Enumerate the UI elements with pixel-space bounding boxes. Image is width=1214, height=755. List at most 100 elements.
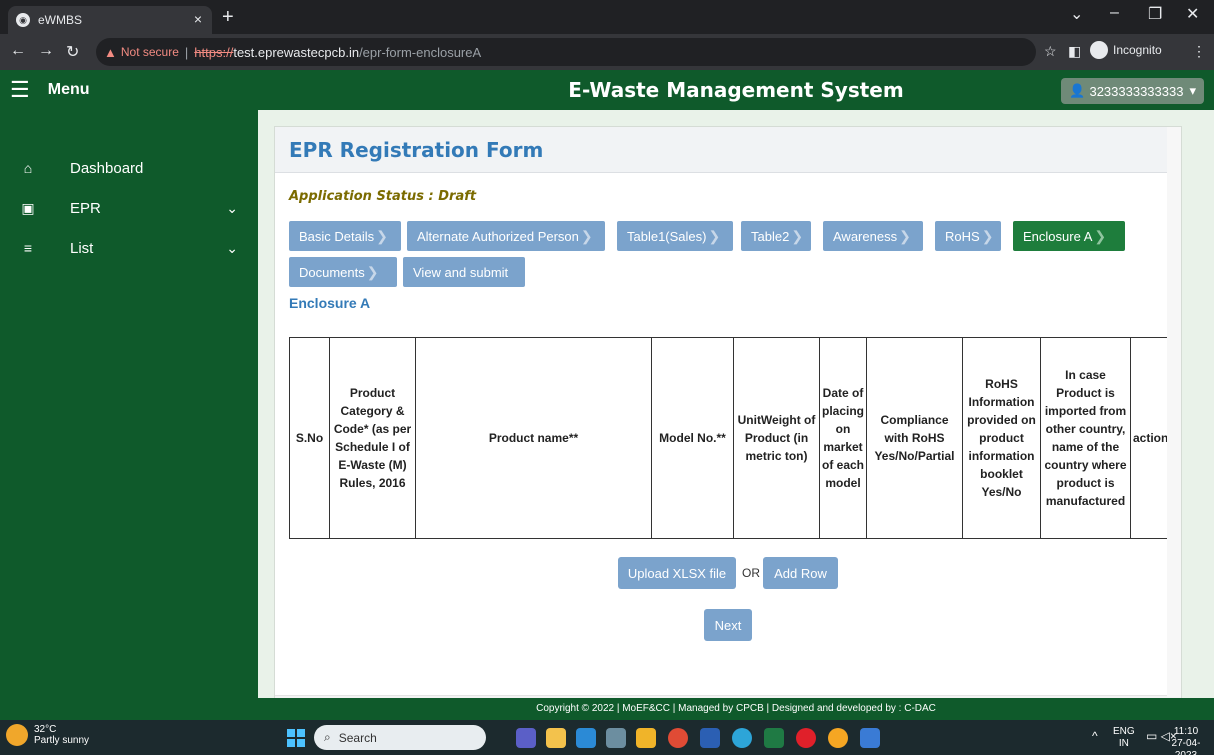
tab-rohs[interactable]: RoHS ❯: [935, 221, 1001, 251]
tab-title: eWMBS: [38, 13, 83, 27]
weather-widget[interactable]: 32°C Partly sunny: [6, 724, 89, 746]
back-icon[interactable]: ←: [10, 42, 26, 60]
new-tab-button[interactable]: +: [222, 6, 234, 28]
taskbar: 32°C Partly sunny ⌕ Search ^ ENG IN ▭ ◁×…: [0, 720, 1214, 755]
minimize-icon[interactable]: –: [1110, 4, 1119, 22]
section-title: Enclosure A: [289, 295, 371, 311]
search-label: Search: [338, 730, 377, 745]
incognito-label: Incognito: [1113, 43, 1162, 57]
incognito-indicator[interactable]: Incognito: [1090, 41, 1162, 59]
step-label: Enclosure A: [1023, 228, 1093, 244]
url-field[interactable]: ▲ Not secure | https:// test.eprewastecp…: [96, 38, 1036, 66]
tab-search-icon[interactable]: ⌄: [1070, 4, 1083, 24]
close-window-icon[interactable]: ✕: [1186, 4, 1199, 24]
vertical-scrollbar[interactable]: [1167, 127, 1181, 697]
browser-tab[interactable]: ◉ eWMBS ×: [8, 6, 212, 34]
excel-icon[interactable]: [764, 728, 784, 748]
tab-enclosure-a[interactable]: Enclosure A ❯: [1013, 221, 1125, 251]
hamburger-icon[interactable]: ☰: [10, 77, 30, 103]
column-header-product-name: Product name**: [415, 337, 652, 539]
upload-xlsx-button[interactable]: Upload XLSX file: [618, 557, 736, 589]
column-header-product-category: Product Category & Code* (as per Schedul…: [329, 337, 416, 539]
chevron-right-icon: ❯: [376, 227, 388, 244]
caret-down-icon: ▾: [1189, 83, 1196, 98]
sidebar-item-label: List: [70, 239, 94, 257]
tab-table1-sales[interactable]: Table1(Sales) ❯: [617, 221, 733, 251]
incognito-icon: [1090, 41, 1108, 59]
file-explorer-icon[interactable]: [546, 728, 566, 748]
time-label: 11:10: [1173, 726, 1199, 737]
tab-awareness[interactable]: Awareness ❯: [823, 221, 923, 251]
list-icon: ≡: [23, 240, 33, 256]
opera-icon[interactable]: [796, 728, 816, 748]
sidebar-item-list[interactable]: ≡ List ⌄: [0, 230, 258, 266]
taskbar-search[interactable]: ⌕ Search: [314, 725, 486, 750]
column-header-action: action: [1129, 337, 1172, 539]
favicon-icon: ◉: [16, 13, 30, 27]
step-label: View and submit: [413, 264, 509, 280]
webex-icon[interactable]: [860, 728, 880, 748]
column-header-country-of-manufacture: In case Product is imported from other c…: [1040, 337, 1131, 539]
maximize-icon[interactable]: ❐: [1148, 4, 1162, 24]
menu-label: Menu: [47, 81, 90, 98]
kebab-menu-icon[interactable]: ⋮: [1192, 43, 1206, 60]
step-label: Table1(Sales): [627, 228, 707, 244]
card-header: EPR Registration Form: [275, 127, 1181, 173]
tab-documents[interactable]: Documents ❯: [289, 257, 397, 287]
sidebar-item-label: Dashboard: [70, 159, 144, 177]
calculator-icon[interactable]: [606, 728, 626, 748]
page-title: EPR Registration Form: [289, 137, 544, 162]
tab-table2[interactable]: Table2 ❯: [741, 221, 811, 251]
tray-expand-icon[interactable]: ^: [1092, 730, 1098, 742]
sidebar: ☰ Menu ⌂ Dashboard ▣ EPR ⌄ ≡ List ⌄: [0, 70, 258, 720]
windows-start-icon[interactable]: [287, 729, 305, 747]
sidebar-item-epr[interactable]: ▣ EPR ⌄: [0, 190, 258, 226]
chrome-icon[interactable]: [668, 728, 688, 748]
sidebar-item-label: EPR: [70, 199, 101, 217]
teams-icon[interactable]: [516, 728, 536, 748]
table-header-row: S.No Product Category & Code* (as per Sc…: [289, 337, 1172, 539]
chevron-right-icon: ❯: [1094, 227, 1107, 244]
security-label: Not secure: [120, 45, 179, 59]
step-label: Alternate Authorized Person: [417, 228, 579, 244]
word-icon[interactable]: [700, 728, 720, 748]
user-icon: 👤: [1069, 83, 1086, 98]
tab-basic-details[interactable]: Basic Details ❯: [289, 221, 401, 251]
url-scheme: https://: [194, 44, 234, 60]
chevron-right-icon: ❯: [708, 227, 721, 244]
edge-icon[interactable]: [732, 728, 752, 748]
user-menu-button[interactable]: 👤 3233333333333 ▾: [1061, 78, 1204, 104]
bookmark-star-icon[interactable]: ☆: [1044, 43, 1057, 60]
browser-tab-bar: ◉ eWMBS × + ⌄ – ❐ ✕: [0, 0, 1214, 34]
app-area: ☰ Menu ⌂ Dashboard ▣ EPR ⌄ ≡ List ⌄ E-Wa…: [0, 70, 1214, 720]
language-indicator[interactable]: ENG IN: [1113, 726, 1135, 750]
sidebar-item-dashboard[interactable]: ⌂ Dashboard: [0, 150, 258, 186]
footer: Copyright © 2022 | MoEF&CC | Managed by …: [258, 698, 1214, 720]
close-tab-icon[interactable]: ×: [194, 11, 202, 27]
url-separator: |: [184, 44, 189, 60]
weather-sun-icon: [6, 724, 28, 746]
forward-icon[interactable]: →: [38, 42, 54, 60]
menu-header[interactable]: ☰ Menu: [0, 70, 258, 110]
column-header-rohs-information: RoHS Information provided on product inf…: [962, 337, 1041, 539]
step-label: Basic Details: [299, 228, 375, 244]
folder-icon[interactable]: [636, 728, 656, 748]
app-icon[interactable]: [828, 728, 848, 748]
enclosure-table: S.No Product Category & Code* (as per Sc…: [289, 337, 1172, 539]
next-button[interactable]: Next: [704, 609, 752, 641]
chevron-right-icon: ❯: [366, 263, 379, 280]
sidepanel-icon[interactable]: ◧: [1068, 43, 1081, 60]
mail-icon[interactable]: [576, 728, 596, 748]
column-header-unit-weight: UnitWeight of Product (in metric ton): [733, 337, 820, 539]
add-row-button[interactable]: Add Row: [763, 557, 838, 589]
tab-view-and-submit[interactable]: View and submit: [403, 257, 525, 287]
clock[interactable]: 11:10 27-04-2023: [1170, 726, 1202, 755]
step-label: Table2: [751, 228, 790, 244]
form-card: EPR Registration Form Application Status…: [274, 126, 1182, 710]
or-label: OR: [742, 566, 760, 580]
tab-alternate-authorized-person[interactable]: Alternate Authorized Person ❯: [407, 221, 605, 251]
reload-icon[interactable]: ↻: [66, 42, 79, 62]
date-label: 27-04-2023: [1171, 738, 1201, 755]
chevron-down-icon: ⌄: [226, 239, 238, 256]
address-bar: ← → ↻ ▲ Not secure | https:// test.eprew…: [0, 34, 1214, 70]
